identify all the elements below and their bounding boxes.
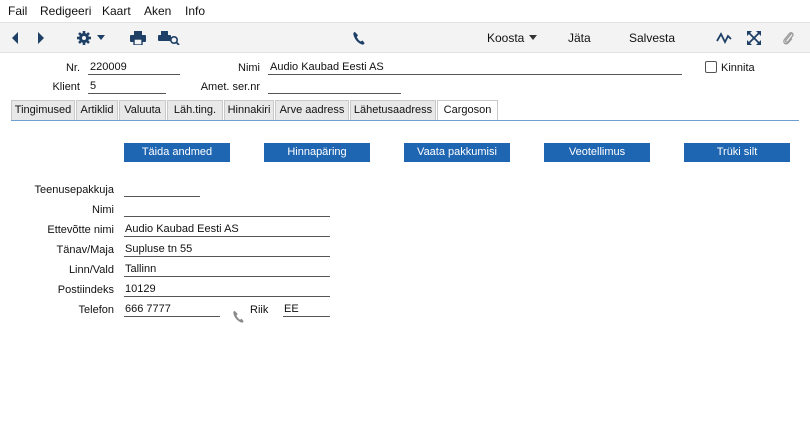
discard-button[interactable]: Jäta: [568, 31, 591, 45]
city-label: Linn/Vald: [68, 264, 114, 276]
gear-icon: [76, 31, 91, 45]
company-label: Ettevõtte nimi: [47, 224, 114, 236]
country-field[interactable]: EE: [283, 303, 330, 317]
tab-articles[interactable]: Artiklid: [76, 100, 118, 120]
view-offers-button[interactable]: Vaata pakkumisi: [404, 143, 510, 162]
attach-button[interactable]: [778, 23, 798, 53]
toolbar: Koosta Jäta Salvesta: [0, 22, 810, 53]
activity-icon: [716, 32, 732, 44]
postal-field[interactable]: 10129: [124, 283, 330, 297]
printer-icon: [130, 31, 146, 45]
paperclip-icon: [783, 32, 794, 45]
menu-bar: Fail Redigeeri Kaart Aken Info: [0, 0, 810, 22]
tab-invoice-address[interactable]: Arve aadress: [275, 100, 349, 120]
nr-label: Nr.: [65, 62, 80, 74]
menu-info[interactable]: Info: [185, 4, 205, 18]
activity-button[interactable]: [714, 23, 734, 53]
provider-label: Teenusepakkuja: [34, 184, 114, 196]
phone-button[interactable]: [349, 23, 369, 53]
compose-label: Koosta: [487, 31, 525, 45]
serial-field[interactable]: [268, 80, 401, 94]
tab-shipping-address[interactable]: Lähetusaadress: [350, 100, 436, 120]
print-preview-button[interactable]: [157, 23, 181, 53]
chevron-left-icon: [12, 32, 18, 44]
next-record-button[interactable]: [32, 23, 50, 53]
print-button[interactable]: [128, 23, 148, 53]
tab-price-list[interactable]: Hinnakiri: [224, 100, 274, 120]
transport-order-button[interactable]: Veotellimus: [544, 143, 650, 162]
fill-data-button[interactable]: Täida andmed: [124, 143, 230, 162]
expand-icon: [747, 31, 761, 45]
client-label: Klient: [52, 81, 80, 93]
street-field[interactable]: Supluse tn 55: [124, 243, 330, 257]
price-query-button[interactable]: Hinnapäring: [264, 143, 370, 162]
tab-cargoson[interactable]: Cargoson: [437, 100, 498, 121]
provider-field[interactable]: [124, 183, 200, 197]
chevron-down-icon: [96, 34, 105, 40]
menu-edit[interactable]: Redigeeri: [40, 4, 91, 18]
print-preview-icon: [158, 31, 180, 45]
chevron-right-icon: [38, 32, 44, 44]
contact-name-field[interactable]: [124, 203, 330, 217]
name-field[interactable]: Audio Kaubad Eesti AS: [268, 61, 682, 75]
menu-card[interactable]: Kaart: [102, 4, 131, 18]
menu-window[interactable]: Aken: [144, 4, 171, 18]
compose-menu[interactable]: Koosta: [487, 31, 538, 45]
name-label: Nimi: [238, 62, 260, 74]
postal-label: Postiindeks: [57, 284, 114, 296]
client-field[interactable]: 5: [88, 80, 166, 94]
street-label: Tänav/Maja: [56, 244, 114, 256]
nr-field[interactable]: 220009: [88, 61, 180, 75]
country-label: Riik: [250, 304, 269, 316]
save-button[interactable]: Salvesta: [629, 31, 675, 45]
serial-label: Amet. ser.nr: [200, 81, 260, 93]
call-button[interactable]: [233, 310, 244, 326]
tab-divider: [11, 120, 799, 121]
city-field[interactable]: Tallinn: [124, 263, 330, 277]
confirm-checkbox[interactable]: [705, 61, 717, 73]
confirm-label: Kinnita: [721, 62, 755, 74]
chevron-down-icon: [529, 35, 538, 41]
print-label-button[interactable]: Trüki silt: [684, 143, 790, 162]
expand-button[interactable]: [744, 23, 764, 53]
tab-shipping-terms[interactable]: Läh.ting.: [167, 100, 223, 120]
previous-record-button[interactable]: [6, 23, 24, 53]
phone-label: Telefon: [78, 304, 114, 316]
menu-file[interactable]: Fail: [8, 4, 27, 18]
contact-name-label: Nimi: [92, 204, 114, 216]
tab-terms[interactable]: Tingimused: [11, 100, 75, 120]
settings-button[interactable]: [74, 23, 106, 53]
phone-icon: [233, 311, 244, 323]
tab-currency[interactable]: Valuuta: [119, 100, 166, 120]
phone-field[interactable]: 666 7777: [124, 303, 220, 317]
company-field[interactable]: Audio Kaubad Eesti AS: [124, 223, 330, 237]
phone-icon: [353, 32, 365, 45]
